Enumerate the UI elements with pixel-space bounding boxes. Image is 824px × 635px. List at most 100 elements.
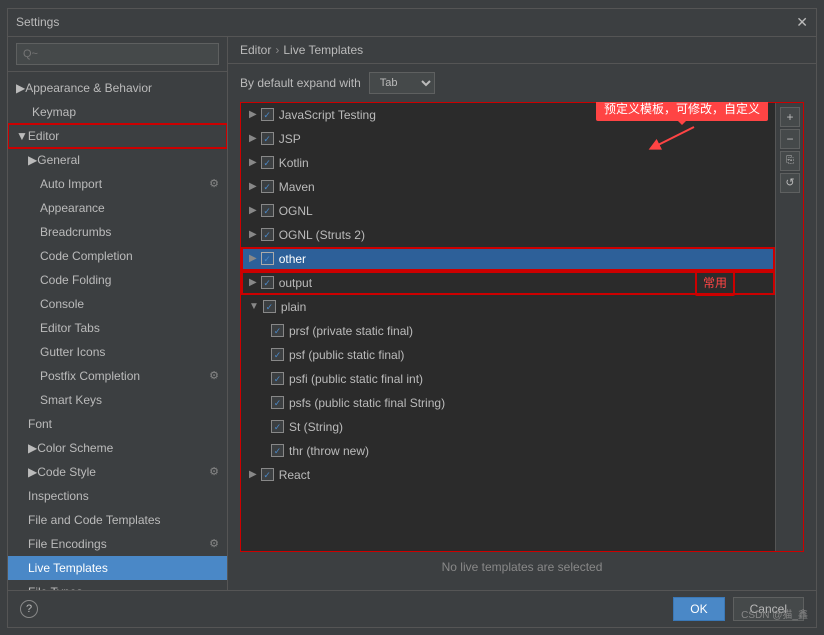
- sidebar-item-auto-import[interactable]: Auto Import ⚙: [8, 172, 227, 196]
- sidebar-item-code-folding[interactable]: Code Folding: [8, 268, 227, 292]
- group-label: React: [279, 465, 310, 485]
- checkbox-icon[interactable]: [263, 300, 276, 313]
- sidebar-item-color-scheme[interactable]: ▶ Color Scheme: [8, 436, 227, 460]
- list-item[interactable]: ▶ OGNL (Struts 2): [241, 223, 775, 247]
- sidebar-item-label: Appearance & Behavior: [25, 79, 152, 97]
- sidebar-item-label: Postfix Completion: [40, 367, 140, 385]
- ok-button[interactable]: OK: [673, 597, 724, 621]
- toolbar-label: By default expand with: [240, 76, 361, 90]
- expand-icon: ▶: [249, 105, 257, 125]
- item-label: St (String): [289, 417, 343, 437]
- sidebar-item-file-types[interactable]: File Types: [8, 580, 227, 590]
- search-input[interactable]: [16, 43, 219, 65]
- sidebar-item-breadcrumbs[interactable]: Breadcrumbs: [8, 220, 227, 244]
- sidebar-item-label: Editor: [28, 127, 59, 145]
- remove-button[interactable]: −: [780, 129, 800, 149]
- sidebar-item-inspections[interactable]: Inspections: [8, 484, 227, 508]
- sidebar-item-label: Appearance: [40, 201, 105, 215]
- list-item[interactable]: ▶ Maven: [241, 175, 775, 199]
- list-item-other[interactable]: ▶ other: [241, 247, 775, 271]
- group-label: JavaScript Testing: [279, 105, 376, 125]
- list-item[interactable]: ▶ OGNL: [241, 199, 775, 223]
- sidebar-item-general[interactable]: ▶ General: [8, 148, 227, 172]
- checkbox-icon[interactable]: [271, 324, 284, 337]
- sidebar-item-appearance[interactable]: ▶ Appearance & Behavior: [8, 76, 227, 100]
- list-item[interactable]: psfi (public static final int): [241, 367, 775, 391]
- settings-dialog: Settings ✕ ▶ Appearance & Behavior Keyma…: [7, 8, 817, 628]
- sidebar: ▶ Appearance & Behavior Keymap ▼ Editor …: [8, 37, 228, 590]
- group-label: output: [279, 273, 312, 293]
- checkbox-icon[interactable]: [271, 372, 284, 385]
- checkbox-icon[interactable]: [261, 180, 274, 193]
- list-item-plain[interactable]: ▼ plain: [241, 295, 775, 319]
- expand-with-select[interactable]: Tab Enter Space: [369, 72, 435, 94]
- checkbox-icon[interactable]: [271, 444, 284, 457]
- help-button[interactable]: ?: [20, 600, 38, 618]
- checkbox-icon[interactable]: [261, 132, 274, 145]
- sidebar-item-label: Inspections: [28, 489, 89, 503]
- sidebar-item-file-code-templates[interactable]: File and Code Templates: [8, 508, 227, 532]
- sidebar-item-gutter-icons[interactable]: Gutter Icons: [8, 340, 227, 364]
- side-buttons: + − ⎘ ↺: [775, 103, 803, 551]
- sidebar-item-appearance2[interactable]: Appearance: [8, 196, 227, 220]
- checkbox-icon[interactable]: [271, 348, 284, 361]
- template-list[interactable]: ▶ JavaScript Testing ▶ JSP: [241, 103, 775, 551]
- checkbox-icon[interactable]: [261, 228, 274, 241]
- close-button[interactable]: ✕: [796, 14, 808, 31]
- list-item[interactable]: ▶ Kotlin: [241, 151, 775, 175]
- copy-button[interactable]: ⎘: [780, 151, 800, 171]
- dialog-title: Settings: [16, 15, 59, 29]
- sidebar-item-code-completion[interactable]: Code Completion: [8, 244, 227, 268]
- list-item[interactable]: psf (public static final): [241, 343, 775, 367]
- toolbar-row: By default expand with Tab Enter Space: [240, 72, 804, 94]
- expand-arrow: ▶: [28, 151, 37, 169]
- template-list-wrapper: ▶ JavaScript Testing ▶ JSP: [240, 102, 804, 552]
- checkbox-icon[interactable]: [271, 420, 284, 433]
- list-item-output[interactable]: ▶ output 常用: [241, 271, 775, 295]
- expand-icon: ▶: [249, 465, 257, 485]
- list-item[interactable]: St (String): [241, 415, 775, 439]
- settings-icon2: ⚙: [209, 367, 219, 385]
- sidebar-item-label: Breadcrumbs: [40, 225, 111, 239]
- checkbox-icon[interactable]: [261, 156, 274, 169]
- list-item[interactable]: thr (throw new): [241, 439, 775, 463]
- sidebar-item-label: Color Scheme: [37, 439, 113, 457]
- checkbox-icon[interactable]: [261, 108, 274, 121]
- group-label: JSP: [279, 129, 301, 149]
- sidebar-item-smart-keys[interactable]: Smart Keys: [8, 388, 227, 412]
- sidebar-item-editor[interactable]: ▼ Editor: [8, 124, 227, 148]
- expand-arrow: ▶: [28, 463, 37, 481]
- checkbox-icon[interactable]: [271, 396, 284, 409]
- item-label: thr (throw new): [289, 441, 369, 461]
- sidebar-item-file-encodings[interactable]: File Encodings ⚙: [8, 532, 227, 556]
- add-button[interactable]: +: [780, 107, 800, 127]
- expand-icon: ▶: [249, 273, 257, 293]
- dialog-footer: ? OK Cancel: [8, 590, 816, 627]
- sidebar-item-keymap[interactable]: Keymap: [8, 100, 227, 124]
- item-label: psfi (public static final int): [289, 369, 423, 389]
- sidebar-item-label: Live Templates: [28, 561, 108, 575]
- expand-icon: ▶: [249, 129, 257, 149]
- sidebar-item-label: Code Style: [37, 463, 96, 481]
- list-item-react[interactable]: ▶ React: [241, 463, 775, 487]
- sidebar-item-editor-tabs[interactable]: Editor Tabs: [8, 316, 227, 340]
- checkbox-icon[interactable]: [261, 276, 274, 289]
- sidebar-item-font[interactable]: Font: [8, 412, 227, 436]
- checkbox-icon[interactable]: [261, 468, 274, 481]
- sidebar-item-label: General: [37, 151, 80, 169]
- list-item[interactable]: psfs (public static final String): [241, 391, 775, 415]
- sidebar-item-label: File and Code Templates: [28, 513, 161, 527]
- list-item[interactable]: ▶ JSP: [241, 127, 775, 151]
- reset-button[interactable]: ↺: [780, 173, 800, 193]
- sidebar-item-console[interactable]: Console: [8, 292, 227, 316]
- sidebar-item-postfix-completion[interactable]: Postfix Completion ⚙: [8, 364, 227, 388]
- expand-arrow: ▼: [16, 127, 28, 145]
- checkbox-icon[interactable]: [261, 204, 274, 217]
- checkbox-icon[interactable]: [261, 252, 274, 265]
- group-label: Kotlin: [279, 153, 309, 173]
- sidebar-item-code-style[interactable]: ▶ Code Style ⚙: [8, 460, 227, 484]
- group-label: OGNL: [279, 201, 313, 221]
- sidebar-item-label: Code Folding: [40, 273, 111, 287]
- sidebar-item-live-templates[interactable]: Live Templates: [8, 556, 227, 580]
- list-item[interactable]: prsf (private static final): [241, 319, 775, 343]
